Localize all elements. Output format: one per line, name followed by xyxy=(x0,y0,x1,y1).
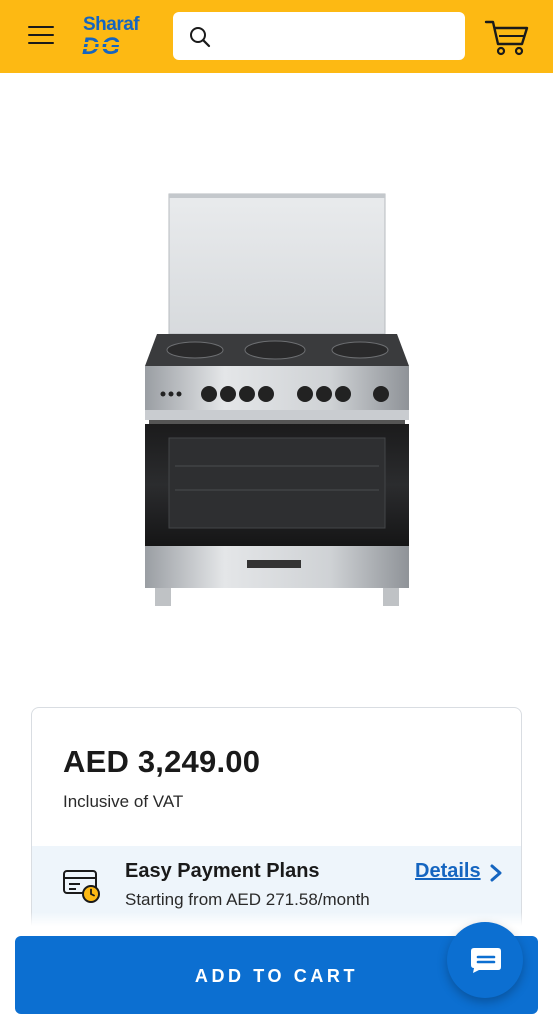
product-price: AED 3,249.00 xyxy=(63,744,261,779)
brand-logo[interactable]: Sharaf DG xyxy=(80,14,152,58)
price-card: AED 3,249.00 Inclusive of VAT Easy Payme… xyxy=(31,707,522,937)
cart-icon[interactable] xyxy=(484,16,530,58)
emi-subtitle: Starting from AED 271.58/month xyxy=(125,890,370,909)
top-header: Sharaf DG xyxy=(0,0,553,73)
chat-icon xyxy=(471,948,501,973)
logo-text-dg: DG xyxy=(82,34,146,56)
chevron-right-icon[interactable] xyxy=(489,863,503,883)
chat-button[interactable] xyxy=(447,922,523,998)
vat-note: Inclusive of VAT xyxy=(63,792,184,811)
search-input[interactable] xyxy=(219,22,453,52)
menu-icon[interactable] xyxy=(28,22,56,46)
details-link[interactable]: Details xyxy=(415,860,481,883)
product-image[interactable] xyxy=(135,188,420,613)
emi-title: Easy Payment Plans xyxy=(125,860,320,882)
search-bar[interactable] xyxy=(173,12,465,60)
svg-text:DG: DG xyxy=(82,34,122,56)
payment-plan-icon xyxy=(63,870,100,903)
search-icon[interactable] xyxy=(189,26,211,48)
logo-text-top: Sharaf xyxy=(83,14,140,35)
